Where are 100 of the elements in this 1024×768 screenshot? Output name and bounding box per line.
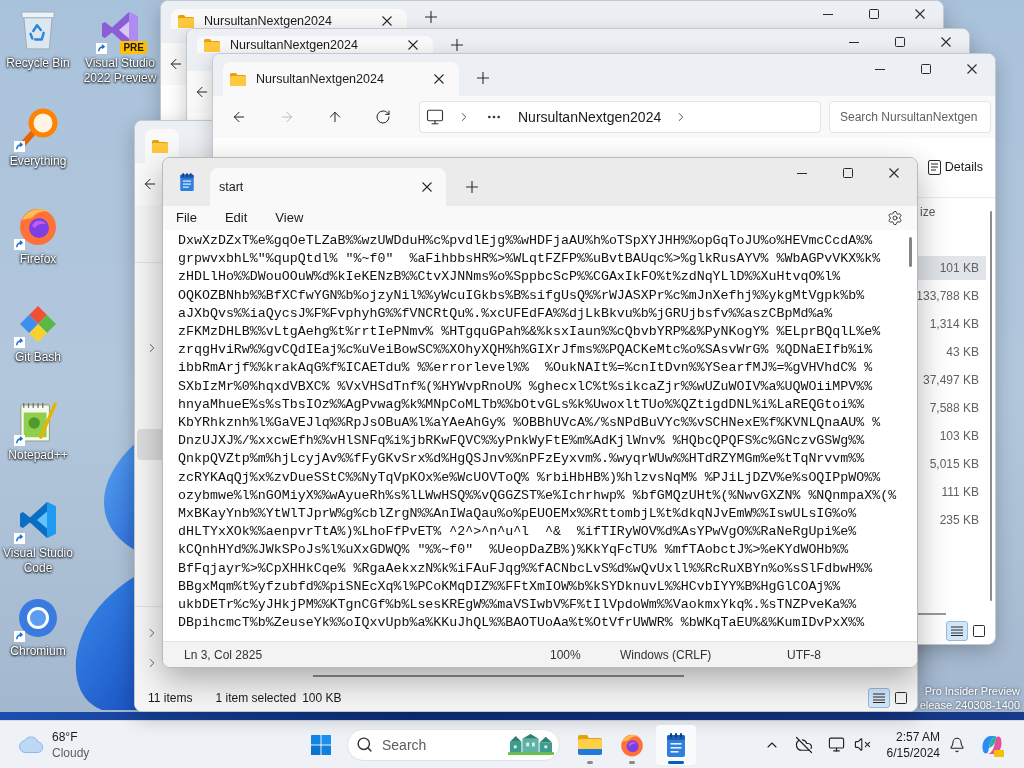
four-squares-icon <box>311 734 331 755</box>
text-line: zFKMzDHLB%%vLtgAehg%t%rrtIePNmv% %HTgquGPah%&%ksxIaun%%cQbvbYRP%&%PyNKogY% %ELprBQqlL%e% <box>178 323 881 341</box>
close-icon <box>941 37 951 47</box>
item-count: 11 items <box>148 690 193 707</box>
file-row[interactable]: 43 KB <box>918 340 986 364</box>
text-line: QnkpQVZtp%m%hjLcyjAv%%fFyGKvSrx%d%HgQSJnv%%nPFzEyxvm%.%wyqrWUw%%HTdRZYMGm%e%tTqNrvvm%% <box>178 450 865 469</box>
folder-icon <box>178 15 194 28</box>
list-view-icon <box>873 693 885 703</box>
address-bar[interactable]: NursultanNextgen2024 <box>419 101 821 133</box>
folder-icon <box>578 734 602 755</box>
cloud-icon <box>18 736 44 753</box>
text-line: kCQnhHYd%%JWkSPoJs%l%uXxGDWQ% "%%~f0" %UeopDaZB%)%KkYqFcTU% %mfTAobctJ%>%eKYdWOHb%% <box>178 541 849 560</box>
file-row[interactable]: 37,497 KB <box>918 368 986 392</box>
globe-flame-icon <box>620 732 644 757</box>
text-line: BfFqjayr%>%CpXHHkCqe% %RgaAekxzN%k%iFAuFJqg%%fACNbcLvS%d%wQvUxll%%RcRuXBYn%o%sSlFdbwH%% <box>178 559 873 578</box>
file-row[interactable]: 235 KB <box>918 508 986 532</box>
selection-size: 100 KB <box>302 690 342 707</box>
monitor-icon[interactable] <box>827 736 845 753</box>
text-line: zrqgHviRw%%gvCQdIEaj%c%uVeiBowSC%%XOhyXQH%h%GIXrJfms%%PQACKeMtc%o%SAsvWrG% %QDNaEIfb%i% <box>178 341 873 360</box>
weather-widget[interactable]: 68°F Cloudy <box>14 724 94 765</box>
file-row[interactable]: 1,314 KB <box>918 312 986 336</box>
plus-icon <box>466 181 478 193</box>
encoding: UTF-8 <box>787 647 821 662</box>
text-line: ukbDETr%c%yJHkjPM%%KTgnCGf%b%LsesKREgW%%maVSIwbV%F%tIlVpdoWm%%VaokmxYkq%.%sTNZPveKa%% <box>178 596 857 615</box>
cursor-position: Ln 3, Col 2825 <box>184 647 263 662</box>
menu-item[interactable]: View <box>265 207 314 229</box>
tab[interactable]: NursultanNextgen2024 <box>171 9 407 29</box>
ribbon-logo-icon <box>18 500 58 540</box>
zoom-level: 100% <box>550 647 581 662</box>
line-ending: Windows (CRLF) <box>620 647 712 662</box>
close-icon <box>915 9 925 19</box>
folder-icon <box>152 139 168 153</box>
tab[interactable]: NursultanNextgen2024 <box>223 62 459 96</box>
close-icon <box>967 64 977 74</box>
buildings-icon <box>508 733 554 755</box>
forward-arrow-icon <box>279 109 295 125</box>
search-icon <box>356 735 373 753</box>
file-row[interactable]: 111 KB <box>918 480 986 504</box>
notepad-icon <box>179 173 194 191</box>
close-icon <box>408 40 418 50</box>
text-line: grpwvxbhL%"%qupQtdl% "%~f0" %aFihbbsHR%>%WLqtFZFP%%uBvtBAUqc%>%glkRusAYV% %WbAGPvVKX%k% <box>178 250 881 269</box>
file-row[interactable]: 5,015 KB <box>918 452 986 476</box>
diamond-tiles-icon <box>18 304 58 344</box>
text-line: ozybmwe%l%nGOMiyX%%wAyueRh%s%lLWwHSQ%%vQGGZST%e%Ichrhwp% %bfGMQzUHt%(%NwvGXZN% %NQnmpaX%(% <box>178 486 897 505</box>
text-line: zcRYKAqQj%x%zvDueSStC%%NyTqVpKOx%e%WcUOVToQ% %rbiHbHB%)%hlzvsNqM% %PJiLjDZV%e%sOQIPpWO%% <box>178 468 881 487</box>
maximize-icon <box>921 64 931 74</box>
settings-icon <box>887 210 903 226</box>
build-info-text: elease 240308-1400 <box>919 698 1020 712</box>
maximize-icon <box>869 9 879 19</box>
column-header[interactable]: ize <box>918 198 986 226</box>
text-line: ibbRmArjf%%krakAqG%f%ICAETdu% %%errorlevel%% %OukNAIt%=%cnItDvn%%YSearfMJ%=%gVHVhdC% % <box>178 359 873 378</box>
tab[interactable]: start <box>210 168 446 206</box>
desktop-item[interactable]: PRE Visual Studio 2022 Preview <box>82 6 158 86</box>
maximize-icon <box>895 37 905 47</box>
file-row[interactable]: 101 KB <box>918 256 986 280</box>
text-line: DBpihcmcT%b%ZeuseYk%%oIQxvUpb%a%KKuJhQL%%BAOTUoAa%t%OtVfrUWWR% %bWKqTaEU%&%KumIDvPxX%% <box>178 614 865 633</box>
view-button[interactable] <box>868 688 890 708</box>
text-line: KbYRhkznh%l%GaVEJlq%%RpJsOBuA%l%aYAeAhGy% %OBBhUVcA%/%sNPdBuVYc%%vSCHNexE%f%KVNLQnaAU% % <box>178 414 881 433</box>
plus-icon <box>425 10 437 23</box>
globe-flame-icon <box>18 206 58 246</box>
plus-icon <box>477 72 489 84</box>
text-line: DxwXzDZxT%e%gqOeTLZaB%%wzUWDduH%c%pvdlEjg%%wHDFjaAU%h%oTSpXYJHH%%opGqToJU%o%HEVmcCcdA%% <box>178 232 873 250</box>
tile-view-icon <box>895 692 907 704</box>
file-row[interactable]: 103 KB <box>918 424 986 448</box>
text-line: OQKOZBNhb%%BfXCfwYGN%b%ojzyNil%%yWcuIGkbs%B%sifgUsQ%%rWJASXPr%c%mJnXefhj%%ykgMtVgpk%b% <box>178 286 865 305</box>
breadcrumb[interactable]: NursultanNextgen2024 <box>514 104 666 130</box>
file-row[interactable]: 7,588 KB <box>918 396 986 420</box>
search-field[interactable]: Search NursultanNextgen <box>829 101 991 133</box>
menu-item[interactable]: File <box>166 207 207 229</box>
minimize-icon <box>823 13 833 15</box>
view-button[interactable] <box>946 621 968 641</box>
ring-logo-icon <box>18 598 58 638</box>
text-line: SXbIzMr%0%hqxdVBXC% %VxVHSdTnf%(%HYWvpRnoU% %ghecxlC%t%sikcaZjr%%wUZuWOIV%a%UQWOiiMPV%% <box>178 377 873 396</box>
tab[interactable]: NursultanNextgen2024 <box>197 36 433 53</box>
notepad-icon <box>667 732 685 757</box>
taskbar-app[interactable] <box>656 724 696 765</box>
close-icon <box>889 168 899 178</box>
file-row[interactable]: 133,788 KB <box>918 284 986 308</box>
bell-icon[interactable] <box>949 736 965 753</box>
text-line: dHLTYxXOk%%aenpvrTtA%)%LhoFfPvET% ^2^>^n^u^l ^& %ifTIRyWOV%d%AsYPwVgO%%RaNeRgUpi%e% <box>178 523 857 542</box>
recycle-bin-icon <box>21 10 55 50</box>
text-line: DnzUJXJ%/%xxcwEfh%%vHlSNFq%i%jbRKwFQVC%%yPnkWyFtE%m%AdKjlWnv% %HQbcQPQFS%c%GNczvGSWg%% <box>178 432 865 451</box>
text-line: zHDLlHo%%DWouOOuW%d%kIeKENzB%%CtvXJNNms%o%SppbcScP%%CGAxIkFO%t%zdNqYLlD%%XuHtvqO%l% <box>178 268 841 287</box>
text-line: hnyaMhueE%s%sTbsIOz%%AgPvwag%k%MNpCoMLTb%%bOtvGLs%k%UwoxltTUo%%QZtigdDNL%i%LaREQGtoi%% <box>178 395 865 414</box>
minimize-icon <box>875 68 885 70</box>
plus-icon <box>451 38 463 51</box>
speaker-muted-icon[interactable] <box>853 736 871 753</box>
refresh-icon <box>375 109 391 125</box>
list-view-icon <box>951 626 963 636</box>
horizontal-scrollbar <box>918 613 946 615</box>
details-pane-icon <box>927 160 941 175</box>
details-button[interactable]: Details <box>923 151 987 184</box>
text-line: aJXbQvs%%iaQycsJ%F%FvphyhG%%fVNCRtQu%.%xcUFEdFA%%djLkBkvu%b%jGRUjbsfv%%aszCBpMd%a% <box>178 304 833 323</box>
menu-item[interactable]: Edit <box>214 207 258 229</box>
cloud-off-icon[interactable] <box>795 735 813 754</box>
scrollbar-thumb[interactable] <box>908 237 912 267</box>
maximize-icon <box>843 168 853 178</box>
minimize-icon <box>797 172 807 174</box>
minimize-icon <box>849 41 859 43</box>
clock[interactable]: 2:57 AM 6/15/2024 <box>878 724 944 765</box>
